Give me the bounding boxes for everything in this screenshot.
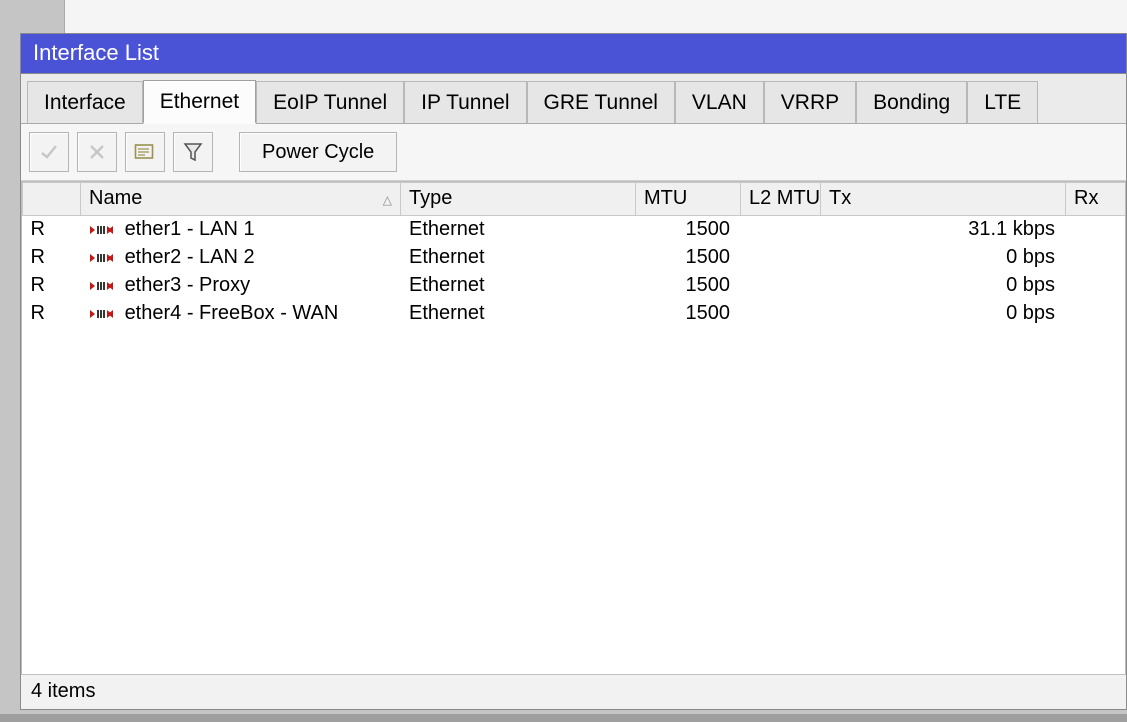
disable-button[interactable] bbox=[77, 132, 117, 172]
parent-window-toolbar-remnant bbox=[64, 0, 1127, 34]
parent-window-shadow bbox=[0, 714, 1127, 722]
funnel-icon bbox=[183, 141, 203, 163]
row-type: Ethernet bbox=[401, 244, 636, 272]
row-l2mtu bbox=[741, 244, 821, 272]
table-row[interactable]: R ether4 - FreeBox - WAN Ethernet1500 0 bp… bbox=[23, 300, 1126, 328]
row-l2mtu bbox=[741, 216, 821, 244]
power-cycle-button[interactable]: Power Cycle bbox=[239, 132, 397, 172]
row-name-cell: ether4 - FreeBox - WAN bbox=[81, 300, 401, 328]
tab-vlan[interactable]: VLAN bbox=[675, 81, 764, 123]
interface-table: Name △ Type MTU L2 MTU Tx Rx R bbox=[21, 181, 1126, 678]
check-icon bbox=[39, 142, 59, 162]
window-title[interactable]: Interface List bbox=[21, 34, 1126, 74]
column-header-name-label: Name bbox=[89, 187, 142, 209]
ethernet-interface-icon bbox=[89, 222, 115, 238]
row-type: Ethernet bbox=[401, 300, 636, 328]
toolbar: Power Cycle bbox=[21, 124, 1126, 181]
tab-ip-tunnel[interactable]: IP Tunnel bbox=[404, 81, 526, 123]
note-icon bbox=[134, 143, 156, 161]
row-rx bbox=[1066, 244, 1126, 272]
interface-list-window: Interface List Interface Ethernet EoIP T… bbox=[20, 33, 1127, 710]
column-header-flag[interactable] bbox=[23, 183, 81, 216]
table-row[interactable]: R ether3 - Proxy Ethernet1500 0 bps bbox=[23, 272, 1126, 300]
x-icon bbox=[87, 142, 107, 162]
row-mtu: 1500 bbox=[636, 216, 741, 244]
column-header-type[interactable]: Type bbox=[401, 183, 636, 216]
row-name-cell: ether1 - LAN 1 bbox=[81, 216, 401, 244]
row-mtu: 1500 bbox=[636, 244, 741, 272]
column-header-tx[interactable]: Tx bbox=[821, 183, 1066, 216]
filter-button[interactable] bbox=[173, 132, 213, 172]
tab-bar: Interface Ethernet EoIP Tunnel IP Tunnel… bbox=[21, 74, 1126, 124]
comment-button[interactable] bbox=[125, 132, 165, 172]
column-header-rx[interactable]: Rx bbox=[1066, 183, 1126, 216]
row-name-cell: ether2 - LAN 2 bbox=[81, 244, 401, 272]
tab-eoip-tunnel[interactable]: EoIP Tunnel bbox=[256, 81, 404, 123]
row-name-cell: ether3 - Proxy bbox=[81, 272, 401, 300]
row-name: ether1 - LAN 1 bbox=[125, 218, 255, 240]
row-l2mtu bbox=[741, 300, 821, 328]
column-header-mtu[interactable]: MTU bbox=[636, 183, 741, 216]
column-header-name[interactable]: Name △ bbox=[81, 183, 401, 216]
enable-button[interactable] bbox=[29, 132, 69, 172]
sort-ascending-icon: △ bbox=[383, 193, 392, 207]
table-empty-area[interactable] bbox=[22, 328, 1125, 653]
row-name: ether4 - FreeBox - WAN bbox=[125, 302, 339, 324]
tab-vrrp[interactable]: VRRP bbox=[764, 81, 856, 123]
tab-interface[interactable]: Interface bbox=[27, 81, 143, 123]
tab-bonding[interactable]: Bonding bbox=[856, 81, 967, 123]
table-row[interactable]: R ether2 - LAN 2 Ethernet1500 0 bps bbox=[23, 244, 1126, 272]
row-flag: R bbox=[23, 216, 81, 244]
row-name: ether3 - Proxy bbox=[125, 274, 251, 296]
status-bar: 4 items bbox=[21, 674, 1126, 709]
row-mtu: 1500 bbox=[636, 272, 741, 300]
row-flag: R bbox=[23, 272, 81, 300]
status-items-count: 4 items bbox=[31, 680, 95, 702]
ethernet-interface-icon bbox=[89, 306, 115, 322]
table-header-row: Name △ Type MTU L2 MTU Tx Rx bbox=[23, 183, 1126, 216]
row-tx: 0 bps bbox=[821, 300, 1066, 328]
row-rx bbox=[1066, 300, 1126, 328]
row-type: Ethernet bbox=[401, 216, 636, 244]
tab-lte[interactable]: LTE bbox=[967, 81, 1038, 123]
tab-gre-tunnel[interactable]: GRE Tunnel bbox=[527, 81, 675, 123]
row-rx bbox=[1066, 272, 1126, 300]
row-mtu: 1500 bbox=[636, 300, 741, 328]
row-type: Ethernet bbox=[401, 272, 636, 300]
row-l2mtu bbox=[741, 272, 821, 300]
row-flag: R bbox=[23, 300, 81, 328]
row-flag: R bbox=[23, 244, 81, 272]
row-tx: 0 bps bbox=[821, 244, 1066, 272]
ethernet-interface-icon bbox=[89, 250, 115, 266]
row-tx: 0 bps bbox=[821, 272, 1066, 300]
table-row[interactable]: R ether1 - LAN 1 Ethernet1500 31.1 kbps bbox=[23, 216, 1126, 244]
column-header-l2mtu[interactable]: L2 MTU bbox=[741, 183, 821, 216]
row-tx: 31.1 kbps bbox=[821, 216, 1066, 244]
tab-ethernet[interactable]: Ethernet bbox=[143, 80, 256, 124]
row-rx bbox=[1066, 216, 1126, 244]
row-name: ether2 - LAN 2 bbox=[125, 246, 255, 268]
ethernet-interface-icon bbox=[89, 278, 115, 294]
